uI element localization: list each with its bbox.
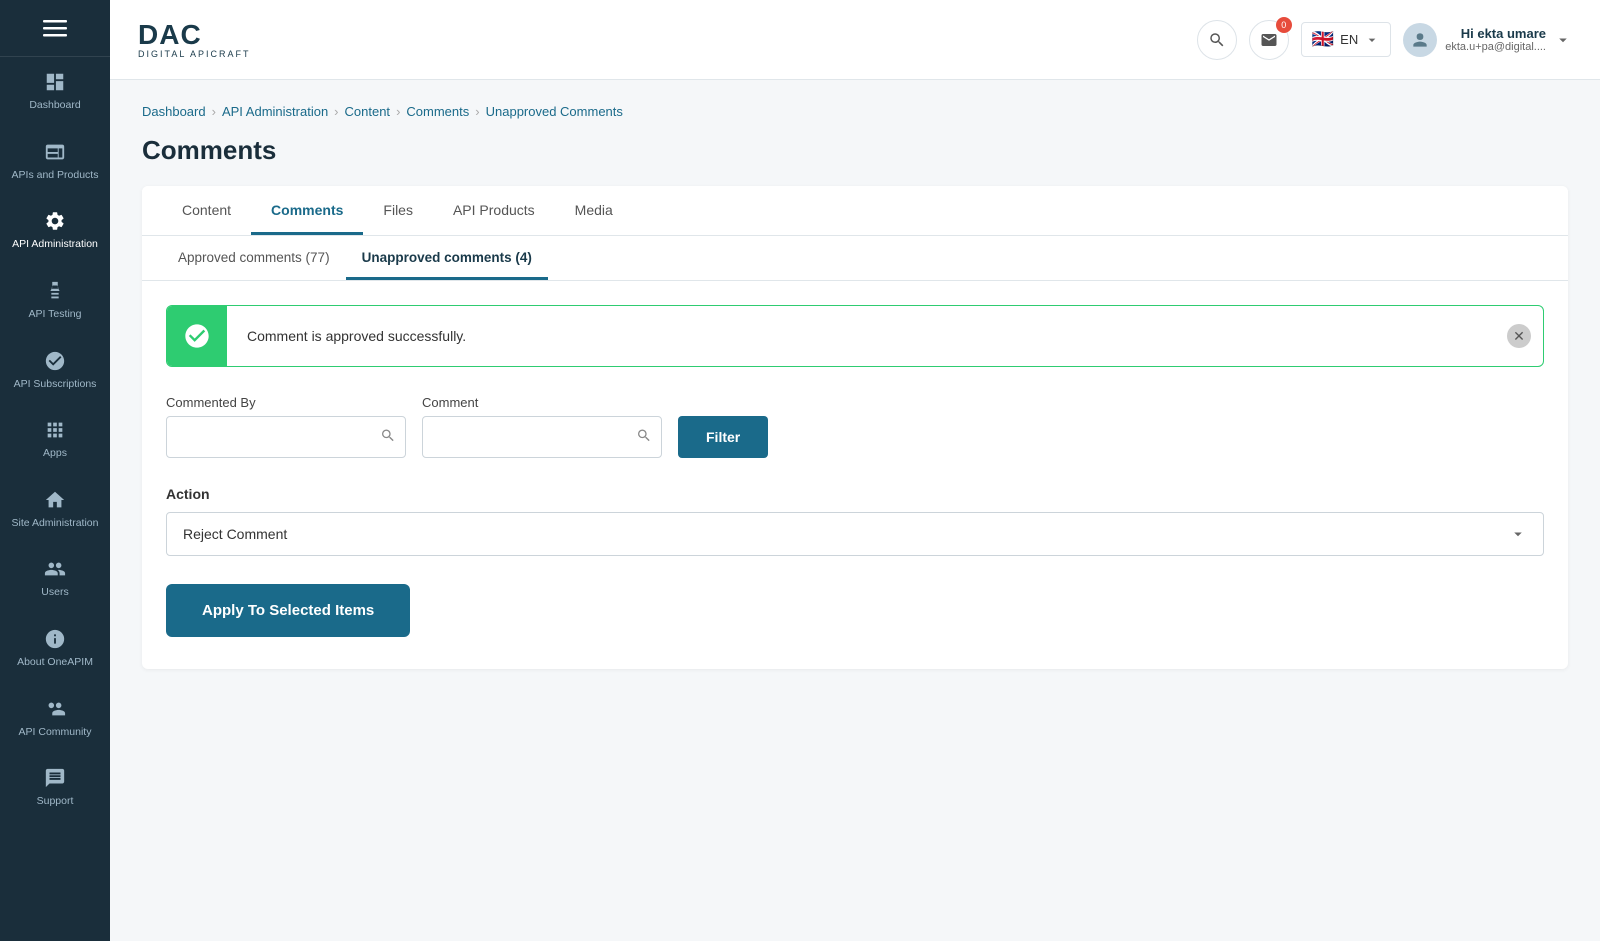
tab-content[interactable]: Content (162, 186, 251, 235)
action-dropdown[interactable]: Reject Comment (166, 512, 1544, 556)
notifications-button[interactable]: 0 (1249, 20, 1289, 60)
tab-api-products[interactable]: API Products (433, 186, 555, 235)
breadcrumb-dashboard[interactable]: Dashboard (142, 104, 206, 119)
sidebar-item-support[interactable]: Support (0, 753, 110, 823)
dropdown-chevron-icon (1509, 525, 1527, 543)
alert-close-button[interactable]: ✕ (1507, 324, 1531, 348)
main-card: Content Comments Files API Products Medi… (142, 186, 1568, 669)
subtab-approved[interactable]: Approved comments (77) (162, 236, 346, 280)
commented-by-search-icon[interactable] (380, 428, 396, 447)
breadcrumb: Dashboard › API Administration › Content… (142, 104, 1568, 119)
tab-comments[interactable]: Comments (251, 186, 363, 235)
tab-files[interactable]: Files (363, 186, 433, 235)
tab-media[interactable]: Media (555, 186, 633, 235)
breadcrumb-comments[interactable]: Comments (406, 104, 469, 119)
alert-icon-area (167, 306, 227, 366)
search-button[interactable] (1197, 20, 1237, 60)
header: DAC DIGITAL APICRAFT 0 🇬🇧 EN H (110, 0, 1600, 80)
chevron-down-icon (1364, 32, 1380, 48)
action-dropdown-value: Reject Comment (183, 526, 287, 542)
check-circle-icon (183, 322, 211, 350)
breadcrumb-content[interactable]: Content (345, 104, 391, 119)
sidebar-item-api-community[interactable]: API Community (0, 684, 110, 754)
logo: DAC DIGITAL APICRAFT (138, 21, 251, 59)
apply-to-selected-button[interactable]: Apply To Selected Items (166, 584, 410, 637)
action-label: Action (166, 486, 1544, 502)
page-title: Comments (142, 135, 1568, 166)
action-section: Action Reject Comment (166, 486, 1544, 556)
user-text: Hi ekta umare ekta.u+pa@digital.... (1445, 26, 1546, 53)
filter-commented-by: Commented By (166, 395, 406, 458)
commented-by-input[interactable] (166, 416, 406, 458)
success-alert: Comment is approved successfully. ✕ (166, 305, 1544, 367)
commented-by-label: Commented By (166, 395, 406, 410)
tabs-bar: Content Comments Files API Products Medi… (142, 186, 1568, 236)
user-chevron-icon (1554, 31, 1572, 49)
filter-button[interactable]: Filter (678, 416, 768, 458)
sidebar-item-api-testing[interactable]: API Testing (0, 266, 110, 336)
card-body: Comment is approved successfully. ✕ Comm… (142, 281, 1568, 669)
breadcrumb-api-admin[interactable]: API Administration (222, 104, 328, 119)
header-actions: 0 🇬🇧 EN Hi ekta umare ekta.u+pa@digital.… (1197, 20, 1572, 60)
sidebar-item-dashboard[interactable]: Dashboard (0, 57, 110, 127)
main-wrapper: DAC DIGITAL APICRAFT 0 🇬🇧 EN H (110, 0, 1600, 941)
avatar (1403, 23, 1437, 57)
subtabs-bar: Approved comments (77) Unapproved commen… (142, 236, 1568, 281)
comment-input[interactable] (422, 416, 662, 458)
sidebar: Dashboard APIs and Products API Administ… (0, 0, 110, 941)
filter-comment: Comment (422, 395, 662, 458)
user-menu[interactable]: Hi ekta umare ekta.u+pa@digital.... (1403, 23, 1572, 57)
flag-icon: 🇬🇧 (1312, 29, 1334, 50)
sidebar-item-apis-products[interactable]: APIs and Products (0, 127, 110, 197)
sidebar-item-api-subscriptions[interactable]: API Subscriptions (0, 336, 110, 406)
sidebar-item-about-oneapim[interactable]: About OneAPIM (0, 614, 110, 684)
comment-label: Comment (422, 395, 662, 410)
commented-by-input-wrap (166, 416, 406, 458)
breadcrumb-current: Unapproved Comments (486, 104, 623, 119)
comment-search-icon[interactable] (636, 428, 652, 447)
sidebar-item-site-administration[interactable]: Site Administration (0, 475, 110, 545)
subtab-unapproved[interactable]: Unapproved comments (4) (346, 236, 548, 280)
sidebar-menu-button[interactable] (0, 0, 110, 57)
page-content: Dashboard › API Administration › Content… (110, 80, 1600, 941)
alert-message: Comment is approved successfully. (227, 312, 506, 360)
sidebar-item-users[interactable]: Users (0, 544, 110, 614)
notification-badge: 0 (1276, 17, 1292, 33)
sidebar-item-api-administration[interactable]: API Administration (0, 196, 110, 266)
filter-row: Commented By Comment (166, 395, 1544, 458)
comment-input-wrap (422, 416, 662, 458)
language-selector[interactable]: 🇬🇧 EN (1301, 22, 1391, 57)
sidebar-item-apps[interactable]: Apps (0, 405, 110, 475)
